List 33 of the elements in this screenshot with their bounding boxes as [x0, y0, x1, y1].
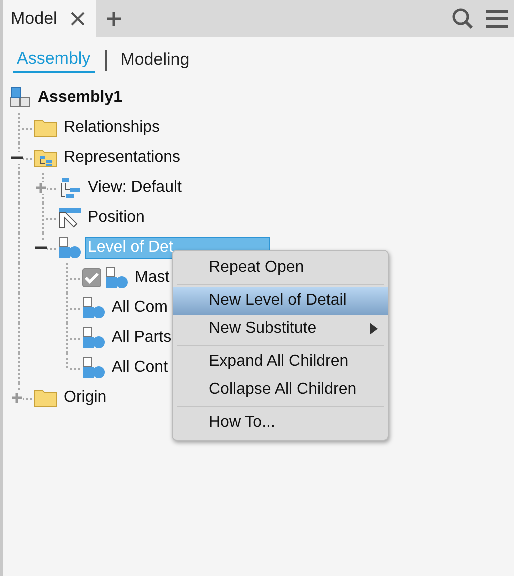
- tree-item[interactable]: All Parts: [109, 327, 175, 349]
- folder-icon: [34, 118, 58, 138]
- tree-item[interactable]: Position: [85, 207, 148, 229]
- view-switch-tab[interactable]: Modeling: [116, 48, 194, 72]
- position-icon: [58, 207, 82, 229]
- level-of-detail-icon: [82, 327, 106, 349]
- level-of-detail-icon: [82, 297, 106, 319]
- menu-item[interactable]: Collapse All Children: [173, 376, 388, 404]
- menu-icon[interactable]: [486, 8, 508, 28]
- level-of-detail-icon: [58, 237, 82, 259]
- tree-item[interactable]: All Cont: [109, 357, 172, 379]
- tree-item[interactable]: Representations: [61, 147, 184, 169]
- folder-icon: [34, 388, 58, 408]
- close-icon[interactable]: [70, 10, 86, 26]
- menu-item[interactable]: New Level of Detail: [173, 287, 388, 315]
- tree-item[interactable]: Assembly1: [35, 87, 126, 109]
- add-icon[interactable]: [106, 10, 122, 26]
- menu-item[interactable]: Expand All Children: [173, 348, 388, 376]
- checkbox[interactable]: [82, 268, 102, 288]
- panel-tab[interactable]: Model: [3, 0, 96, 37]
- tree-item[interactable]: Mast: [132, 267, 173, 289]
- level-of-detail-icon: [105, 267, 129, 289]
- menu-item[interactable]: How To...: [173, 409, 388, 437]
- level-of-detail-icon: [82, 357, 106, 379]
- folder-icon: [34, 148, 58, 168]
- assembly-icon: [10, 87, 32, 109]
- tree-item[interactable]: Relationships: [61, 117, 164, 139]
- tree-item[interactable]: All Com: [109, 297, 172, 319]
- menu-item[interactable]: New Substitute: [173, 315, 388, 343]
- tree-item[interactable]: Origin: [61, 387, 110, 409]
- search-icon[interactable]: [452, 8, 474, 30]
- tree-item[interactable]: View: Default: [85, 177, 185, 199]
- submenu-arrow-icon: [370, 323, 378, 335]
